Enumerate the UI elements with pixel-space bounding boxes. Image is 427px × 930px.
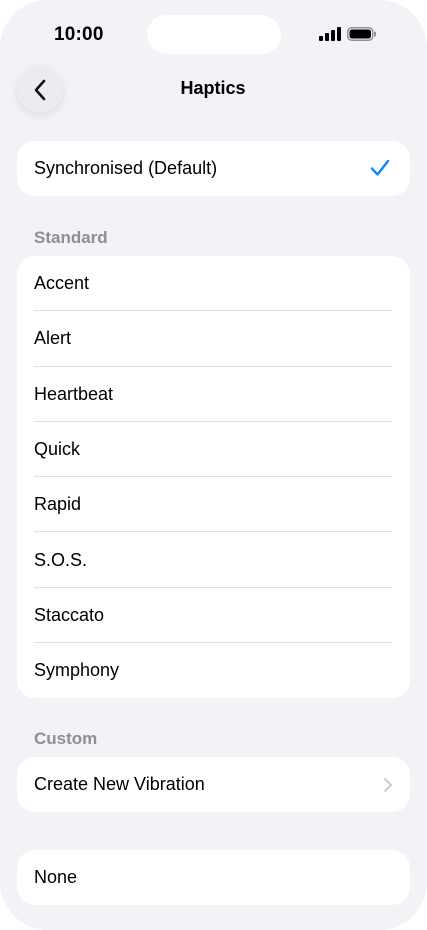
battery-icon: [347, 27, 376, 41]
default-group: Synchronised (Default): [17, 141, 410, 197]
list-item-label: Alert: [34, 328, 72, 349]
standard-group: Accent Alert Heartbeat Quick Rapid S.O.S…: [17, 256, 410, 699]
section-header-standard: Standard: [34, 228, 108, 247]
none-group: None: [17, 850, 410, 906]
option-synchronised-default[interactable]: Synchronised (Default): [17, 141, 410, 196]
list-item-label: Rapid: [34, 494, 82, 515]
dynamic-island: [147, 15, 281, 54]
cellular-signal-icon: [319, 27, 341, 41]
create-new-vibration-label: Create New Vibration: [34, 774, 205, 795]
option-none[interactable]: None: [17, 850, 410, 905]
create-new-vibration-button[interactable]: Create New Vibration: [17, 757, 410, 812]
list-item-rapid[interactable]: Rapid: [17, 477, 410, 533]
list-item-label: Staccato: [34, 604, 105, 625]
status-icons: [319, 26, 379, 42]
status-bar: 10:00: [0, 0, 427, 70]
option-label: Synchronised (Default): [34, 158, 218, 179]
list-item-label: Heartbeat: [34, 383, 114, 404]
page-title: Haptics: [180, 78, 246, 98]
list-item-quick[interactable]: Quick: [17, 422, 410, 478]
custom-group: Create New Vibration: [17, 757, 410, 813]
list-item-label: S.O.S.: [34, 549, 88, 570]
list-item-label: Accent: [34, 273, 90, 294]
chevron-right-icon: [384, 778, 392, 792]
list-item-accent[interactable]: Accent: [17, 256, 410, 312]
section-header-custom: Custom: [34, 729, 98, 748]
list-item-sos[interactable]: S.O.S.: [17, 532, 410, 589]
status-time: 10:00: [54, 24, 104, 45]
list-item-label: Quick: [34, 439, 81, 460]
checkmark-icon: [370, 159, 390, 176]
list-item-symphony[interactable]: Symphony: [17, 643, 410, 698]
list-item-label: Symphony: [34, 660, 120, 681]
list-item-heartbeat[interactable]: Heartbeat: [17, 367, 410, 423]
list-item-alert[interactable]: Alert: [17, 311, 410, 367]
back-button[interactable]: [17, 67, 63, 113]
list-item-staccato[interactable]: Staccato: [17, 588, 410, 644]
chevron-left-icon: [34, 79, 46, 101]
option-label: None: [34, 867, 78, 888]
phone-screen: 10:00 Haptics Synchronised (Default) Sta…: [0, 0, 427, 930]
